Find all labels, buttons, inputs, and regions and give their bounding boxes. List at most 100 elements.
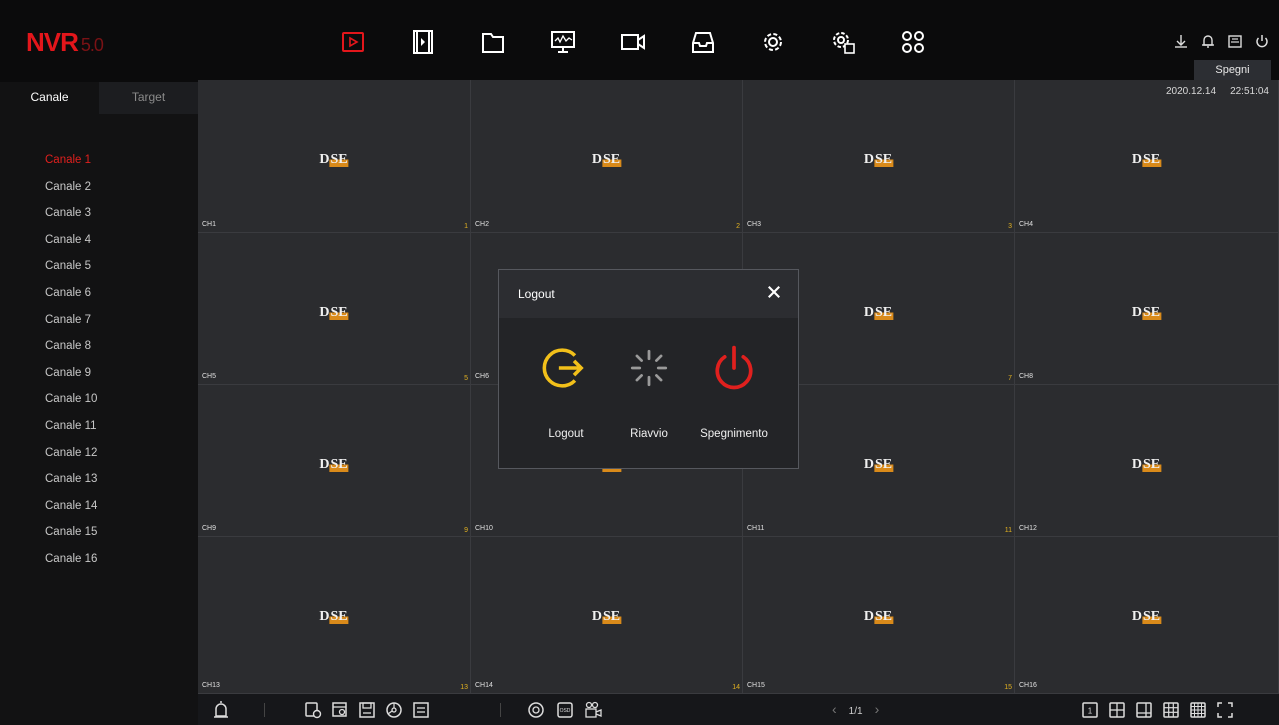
tab-canale[interactable]: Canale (0, 82, 99, 114)
channel-number: 3 (1008, 223, 1012, 230)
monitor-icon[interactable] (540, 22, 586, 62)
close-icon[interactable] (764, 282, 784, 302)
fullscreen-icon[interactable] (1214, 699, 1236, 721)
layout-4-icon[interactable] (1106, 699, 1128, 721)
channel-number: 7 (1008, 375, 1012, 382)
dse-watermark: DSE (319, 457, 349, 473)
channel-item[interactable]: Canale 7 (0, 307, 198, 334)
shutdown-option[interactable]: Spegnimento (689, 340, 779, 440)
date-text: 2020.12.14 (1166, 86, 1217, 97)
channel-label: CH12 (1019, 525, 1037, 532)
tab-target[interactable]: Target (99, 82, 198, 114)
video-cell[interactable]: DSE CH13 13 (198, 537, 471, 694)
logo-main: NVR (26, 27, 79, 57)
channel-number: 13 (460, 684, 468, 691)
toolbar-divider (264, 703, 265, 717)
restart-option[interactable]: Riavvio (604, 340, 694, 440)
camera-settings-icon[interactable] (582, 699, 604, 721)
settings-gear-icon[interactable] (750, 22, 796, 62)
save-icon[interactable] (1224, 32, 1246, 50)
channel-item[interactable]: Canale 8 (0, 333, 198, 360)
folder-icon[interactable] (470, 22, 516, 62)
watermark-se: SE (874, 152, 894, 167)
top-bar: NVR 5.0 Spegni (0, 0, 1279, 82)
video-file-icon[interactable] (400, 22, 446, 62)
restart-icon (621, 340, 677, 396)
channel-sidebar: Canale Target Canale 1 Canale 2 Canale 3… (0, 82, 198, 725)
restart-label: Riavvio (630, 428, 668, 440)
dse-watermark: DSE (863, 305, 894, 321)
playback-icon[interactable] (330, 22, 376, 62)
power-icon[interactable] (1251, 32, 1273, 50)
color-icon[interactable] (525, 699, 547, 721)
record-icon[interactable] (302, 699, 324, 721)
layout-16-icon[interactable] (1187, 699, 1209, 721)
channel-item[interactable]: Canale 6 (0, 280, 198, 307)
watermark-d: D (863, 457, 874, 472)
prev-page-icon[interactable]: ‹ (832, 701, 837, 717)
channel-item[interactable]: Canale 2 (0, 174, 198, 201)
search-record-icon[interactable] (329, 699, 351, 721)
watermark-se: SE (329, 457, 349, 472)
video-cell[interactable]: DSE CH5 5 (198, 233, 471, 385)
watermark-se: SE (329, 305, 349, 320)
watermark-d: D (863, 305, 874, 320)
main-navigation (330, 22, 936, 62)
layout-9-icon[interactable] (1160, 699, 1182, 721)
watermark-se: SE (874, 305, 894, 320)
watermark-d: D (863, 152, 874, 167)
video-cell[interactable]: DSE CH4 (1015, 80, 1279, 233)
watermark-se: SE (602, 152, 622, 167)
storage-icon[interactable] (680, 22, 726, 62)
dialog-title: Logout (518, 287, 555, 301)
sidebar-tabs: Canale Target (0, 82, 198, 114)
video-cell[interactable]: DSE CH16 (1015, 537, 1279, 694)
layout-6-icon[interactable] (1133, 699, 1155, 721)
pager: ‹ 1/1 › (820, 701, 891, 717)
video-cell[interactable]: DSE CH15 15 (743, 537, 1015, 694)
video-cell[interactable]: DSE CH9 9 (198, 385, 471, 537)
channel-item[interactable]: Canale 10 (0, 386, 198, 413)
video-cell[interactable]: DSE CH1 1 (198, 80, 471, 233)
svg-text:OSD: OSD (560, 708, 571, 714)
time-text: 22:51:04 (1230, 86, 1269, 97)
logout-option[interactable]: Logout (521, 340, 611, 440)
save-record-icon[interactable] (356, 699, 378, 721)
channel-number: 14 (732, 684, 740, 691)
shutdown-label: Spegnimento (700, 428, 768, 440)
logout-dialog: Logout Logout Riavvio Spegnimento (498, 269, 799, 469)
channel-item[interactable]: Canale 16 (0, 546, 198, 573)
bell-icon[interactable] (1197, 32, 1219, 50)
channel-item[interactable]: Canale 3 (0, 200, 198, 227)
channel-list: Canale 1 Canale 2 Canale 3 Canale 4 Cana… (0, 114, 198, 573)
download-icon[interactable] (1170, 32, 1192, 50)
channel-item[interactable]: Canale 12 (0, 440, 198, 467)
channel-item[interactable]: Canale 13 (0, 466, 198, 493)
channel-item[interactable]: Canale 11 (0, 413, 198, 440)
video-cell[interactable]: DSE CH14 14 (471, 537, 743, 694)
layout-1-icon[interactable]: 1 (1079, 699, 1101, 721)
ptz-icon[interactable] (383, 699, 405, 721)
camera-icon[interactable] (610, 22, 656, 62)
advanced-settings-icon[interactable] (820, 22, 866, 62)
next-page-icon[interactable]: › (875, 701, 880, 717)
watermark-se: SE (602, 609, 622, 624)
channel-item[interactable]: Canale 1 (0, 147, 198, 174)
video-cell[interactable]: DSE CH2 2 (471, 80, 743, 233)
channel-item[interactable]: Canale 4 (0, 227, 198, 254)
channel-item[interactable]: Canale 5 (0, 253, 198, 280)
apps-grid-icon[interactable] (890, 22, 936, 62)
dse-watermark: DSE (319, 152, 349, 168)
channel-item[interactable]: Canale 9 (0, 360, 198, 387)
osd-icon[interactable]: OSD (554, 699, 576, 721)
dse-watermark: DSE (319, 305, 349, 321)
video-cell[interactable]: DSE CH8 (1015, 233, 1279, 385)
power-tooltip: Spegni (1194, 60, 1271, 81)
channel-item[interactable]: Canale 14 (0, 493, 198, 520)
video-cell[interactable]: DSE CH3 3 (743, 80, 1015, 233)
playlist-icon[interactable] (410, 699, 432, 721)
channel-item[interactable]: Canale 15 (0, 519, 198, 546)
video-cell[interactable]: DSE CH12 (1015, 385, 1279, 537)
datetime-overlay: 2020.12.14 22:51:04 (1166, 86, 1269, 97)
alarm-icon[interactable] (210, 699, 232, 721)
